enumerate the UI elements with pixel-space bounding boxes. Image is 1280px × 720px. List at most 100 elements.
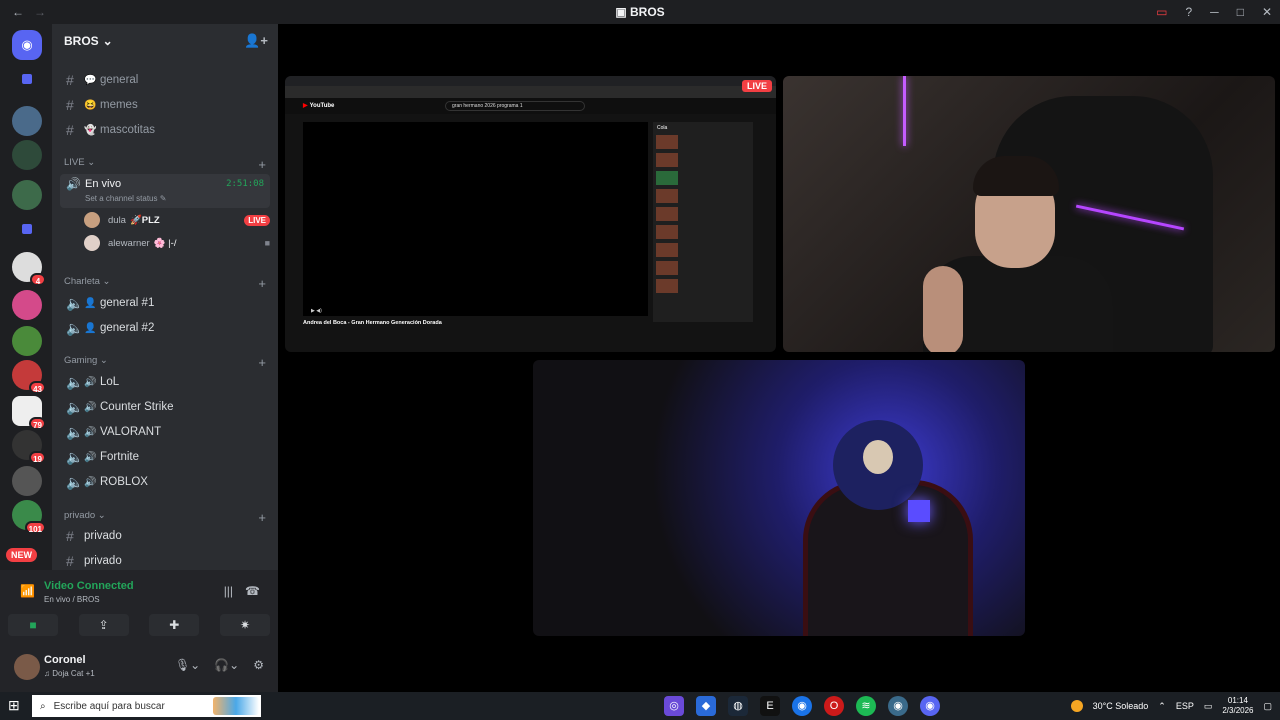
voice-member-alewarner[interactable]: alewarner 🌸 |-/ ■: [84, 233, 270, 253]
signal-icon[interactable]: 📶: [20, 584, 35, 598]
disconnect-icon[interactable]: ☎: [245, 584, 260, 598]
noise-suppression-icon[interactable]: |||: [224, 584, 233, 598]
mention-badge: 79: [29, 417, 46, 430]
channel-label: privado: [84, 530, 122, 542]
weather-text[interactable]: 30°C Soleado: [1093, 701, 1149, 711]
server-header[interactable]: BROS ⌄ 👤+: [52, 24, 278, 58]
server-avatar-6[interactable]: [12, 326, 42, 356]
network-icon[interactable]: ▭: [1204, 701, 1213, 712]
server-avatar-2[interactable]: [12, 140, 42, 170]
back-arrow-icon[interactable]: ←: [12, 5, 24, 19]
steam-icon[interactable]: ◍: [728, 696, 748, 716]
voice-channel-valorant[interactable]: 🔈 🔊 VALORANT: [60, 421, 270, 443]
avatar[interactable]: [14, 654, 40, 680]
new-unreads-pill[interactable]: NEW: [6, 548, 37, 562]
blue-light: [908, 500, 930, 522]
server-avatar-8[interactable]: 79: [12, 396, 46, 430]
camera-icon: ■: [264, 238, 270, 248]
webcam-tile-2[interactable]: [533, 360, 1025, 636]
channel-label: mascotitas: [100, 124, 155, 136]
server-avatar-4[interactable]: 4: [12, 252, 46, 286]
server-avatar-10[interactable]: [12, 466, 42, 496]
spotify-icon[interactable]: ≋: [856, 696, 876, 716]
category-charleta[interactable]: Charleta ⌄ +: [64, 276, 266, 291]
headphones-icon[interactable]: 🎧⌄: [214, 658, 239, 672]
text-channel-privado-2[interactable]: # privado: [60, 550, 270, 570]
text-channel-general[interactable]: # 💬 general: [60, 69, 270, 91]
history-nav: ← →: [0, 5, 46, 19]
epic-games-icon[interactable]: E: [760, 696, 780, 716]
discord-home-icon[interactable]: ◉: [12, 30, 42, 60]
channel-status[interactable]: Set a channel status ✎: [85, 194, 166, 203]
webcam-tile-1[interactable]: [783, 76, 1275, 352]
windows-start-icon[interactable]: ⊞: [8, 697, 20, 714]
category-live[interactable]: LIVE ⌄ +: [64, 157, 266, 172]
forward-arrow-icon[interactable]: →: [34, 5, 46, 19]
soundboard-button[interactable]: ✷: [219, 614, 270, 636]
voice-member-dula[interactable]: dula 🚀PLZ LIVE: [84, 210, 270, 230]
add-channel-icon[interactable]: +: [258, 355, 266, 370]
voice-channel-counter-strike[interactable]: 🔈 🔊 Counter Strike: [60, 396, 270, 418]
server-avatar-1[interactable]: [12, 106, 42, 136]
search-highlight-image: [213, 697, 259, 715]
speaker-icon: 🔈: [66, 398, 84, 415]
voice-channel-general-1[interactable]: 🔈 👤 general #1: [60, 292, 270, 314]
discord-icon[interactable]: ◉: [920, 696, 940, 716]
help-icon[interactable]: ?: [1185, 5, 1192, 19]
chevron-up-icon[interactable]: ⌃: [1158, 701, 1166, 712]
voice-channel-roblox[interactable]: 🔈 🔊 ROBLOX: [60, 471, 270, 493]
camera-button[interactable]: ■: [8, 614, 58, 636]
chrome-icon[interactable]: ◉: [792, 696, 812, 716]
app-icon-1[interactable]: ◎: [664, 696, 684, 716]
language-indicator[interactable]: ESP: [1176, 701, 1194, 711]
add-channel-icon[interactable]: +: [258, 276, 266, 291]
channel-label: general #1: [100, 297, 155, 309]
activities-button[interactable]: ✚: [149, 614, 200, 636]
opera-icon[interactable]: O: [824, 696, 844, 716]
chrome-profile-icon[interactable]: ◉: [888, 696, 908, 716]
inbox-icon[interactable]: ▭: [1156, 5, 1167, 19]
minimize-icon[interactable]: ─: [1210, 5, 1219, 19]
speaker-icon: 🔈: [66, 448, 84, 465]
server-avatar-5[interactable]: [12, 290, 42, 320]
voice-channel-lol[interactable]: 🔈 🔊 LoL: [60, 371, 270, 393]
taskbar-search[interactable]: ⌕ Escribe aquí para buscar: [32, 695, 261, 717]
text-channel-mascotitas[interactable]: # 👻 mascotitas: [60, 119, 270, 141]
close-icon[interactable]: ✕: [1262, 5, 1272, 19]
notifications-icon[interactable]: ▢: [1263, 701, 1272, 712]
member-name: dula: [108, 214, 126, 226]
windows-taskbar: ⊞ ⌕ Escribe aquí para buscar ◎ ◆ ◍ E ◉ O…: [0, 692, 1280, 720]
server-avatar-11[interactable]: 101: [12, 500, 46, 534]
text-channel-privado-1[interactable]: # privado: [60, 525, 270, 547]
text-channel-memes[interactable]: # 😆 memes: [60, 94, 270, 116]
playlist-item: [656, 243, 750, 260]
add-user-icon[interactable]: 👤+: [244, 33, 268, 49]
channel-label: Fortnite: [100, 451, 139, 463]
voice-channel-fortnite[interactable]: 🔈 🔊 Fortnite: [60, 446, 270, 468]
clock-time: 01:14: [1227, 696, 1248, 705]
mention-badge: 101: [24, 521, 46, 534]
maximize-icon[interactable]: □: [1237, 5, 1244, 19]
clock[interactable]: 01:14 2/3/2026: [1222, 696, 1253, 716]
category-privado[interactable]: privado ⌄ +: [64, 510, 266, 525]
voice-location[interactable]: En vivo / BROS: [44, 595, 100, 604]
microphone-icon[interactable]: 🎙⌄: [175, 658, 200, 672]
folder-icon-2[interactable]: [22, 224, 32, 234]
channel-emoji: 💬: [84, 74, 97, 86]
live-tag: LIVE: [741, 80, 772, 92]
folder-icon[interactable]: [22, 74, 32, 84]
server-avatar-7[interactable]: 43: [12, 360, 46, 394]
share-screen-button[interactable]: ⇪: [78, 614, 129, 636]
voice-channel-en-vivo[interactable]: 🔊 En vivo 2:51:08 Set a channel status ✎: [60, 174, 270, 208]
copilot-icon[interactable]: ◆: [696, 696, 716, 716]
avatar: [84, 212, 100, 228]
screen-share-tile[interactable]: YouTube gran hermano 2026 programa 1 ▶ ◀…: [285, 76, 776, 352]
speaker-icon: 🔈: [66, 294, 84, 311]
settings-gear-icon[interactable]: ⚙: [253, 658, 264, 672]
category-gaming[interactable]: Gaming ⌄ +: [64, 355, 266, 370]
voice-channel-general-2[interactable]: 🔈 👤 general #2: [60, 317, 270, 339]
server-avatar-9[interactable]: 19: [12, 430, 46, 464]
add-channel-icon[interactable]: +: [258, 510, 266, 525]
server-avatar-3[interactable]: [12, 180, 42, 210]
add-channel-icon[interactable]: +: [258, 157, 266, 172]
